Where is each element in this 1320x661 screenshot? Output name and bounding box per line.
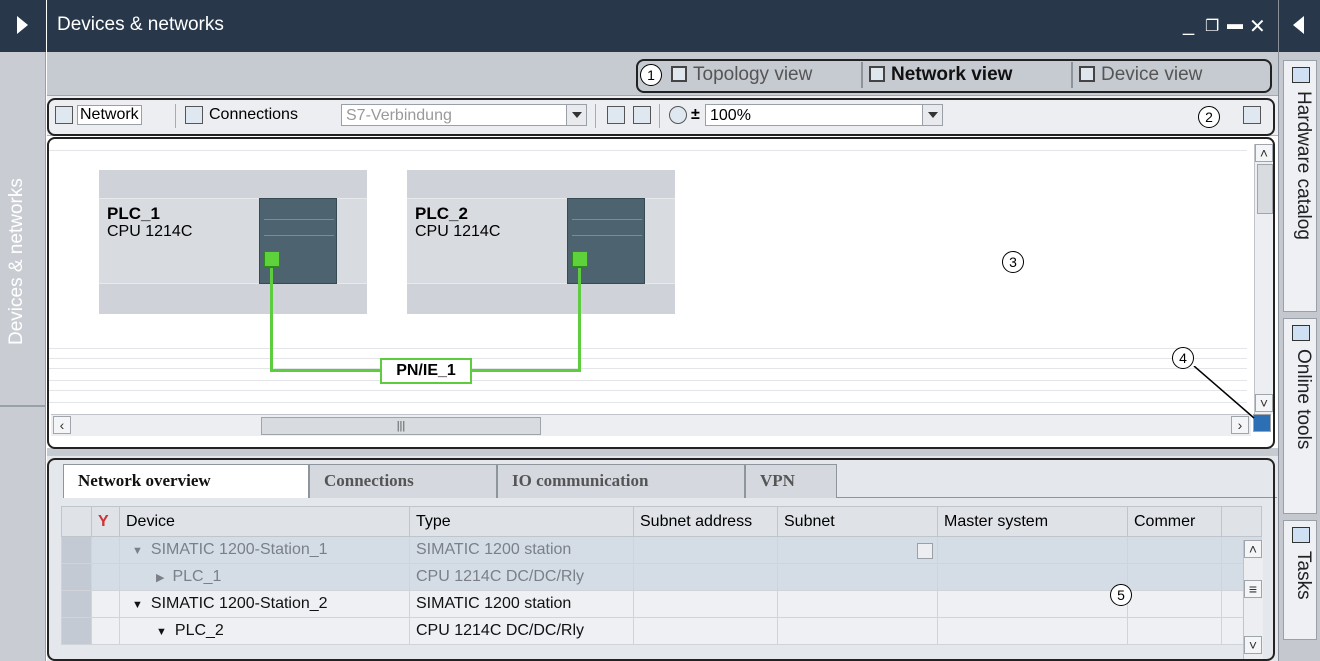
callout-3: 3 <box>1002 251 1024 273</box>
close-icon[interactable]: ✕ <box>1249 14 1266 39</box>
left-sidebar-divider <box>0 405 46 407</box>
callout-outline-overview <box>47 458 1275 661</box>
online-tools-icon <box>1292 325 1310 341</box>
callout-outline-toolbar <box>47 98 1275 136</box>
right-collapse-button[interactable] <box>1279 0 1320 52</box>
tab-online-tools[interactable]: Online tools <box>1283 318 1317 514</box>
callout-4-pointer <box>1193 366 1255 419</box>
tab-hardware-catalog[interactable]: Hardware catalog <box>1283 60 1317 312</box>
callout-1: 1 <box>640 64 662 86</box>
float-icon[interactable]: ❐ <box>1205 16 1219 36</box>
right-sidebar: Hardware catalog Online tools Tasks <box>1278 0 1320 661</box>
callout-outline-view-bar <box>636 59 1272 93</box>
left-expand-button[interactable] <box>0 0 46 52</box>
tab-tasks[interactable]: Tasks <box>1283 520 1317 640</box>
window-title: Devices & networks <box>57 14 224 35</box>
maximize-icon[interactable]: ▬ <box>1227 16 1243 34</box>
tasks-label: Tasks <box>1293 551 1314 600</box>
online-tools-label: Online tools <box>1293 349 1314 450</box>
left-sidebar: Devices & networks <box>0 0 46 661</box>
tasks-icon <box>1292 527 1310 543</box>
collapse-arrow-icon <box>1293 16 1304 34</box>
window-title-bar: Devices & networks _ ❐ ▬ ✕ <box>47 0 1278 52</box>
callout-pointer-line <box>1193 366 1255 419</box>
expand-arrow-icon <box>17 16 28 34</box>
catalog-icon <box>1292 67 1310 83</box>
callout-2: 2 <box>1198 106 1220 128</box>
left-sidebar-label[interactable]: Devices & networks <box>6 105 28 345</box>
minimize-icon[interactable]: _ <box>1183 14 1194 37</box>
splitter[interactable] <box>47 448 1278 456</box>
callout-outline-canvas <box>47 137 1275 449</box>
hardware-catalog-label: Hardware catalog <box>1293 91 1314 240</box>
callout-5: 5 <box>1110 584 1132 606</box>
